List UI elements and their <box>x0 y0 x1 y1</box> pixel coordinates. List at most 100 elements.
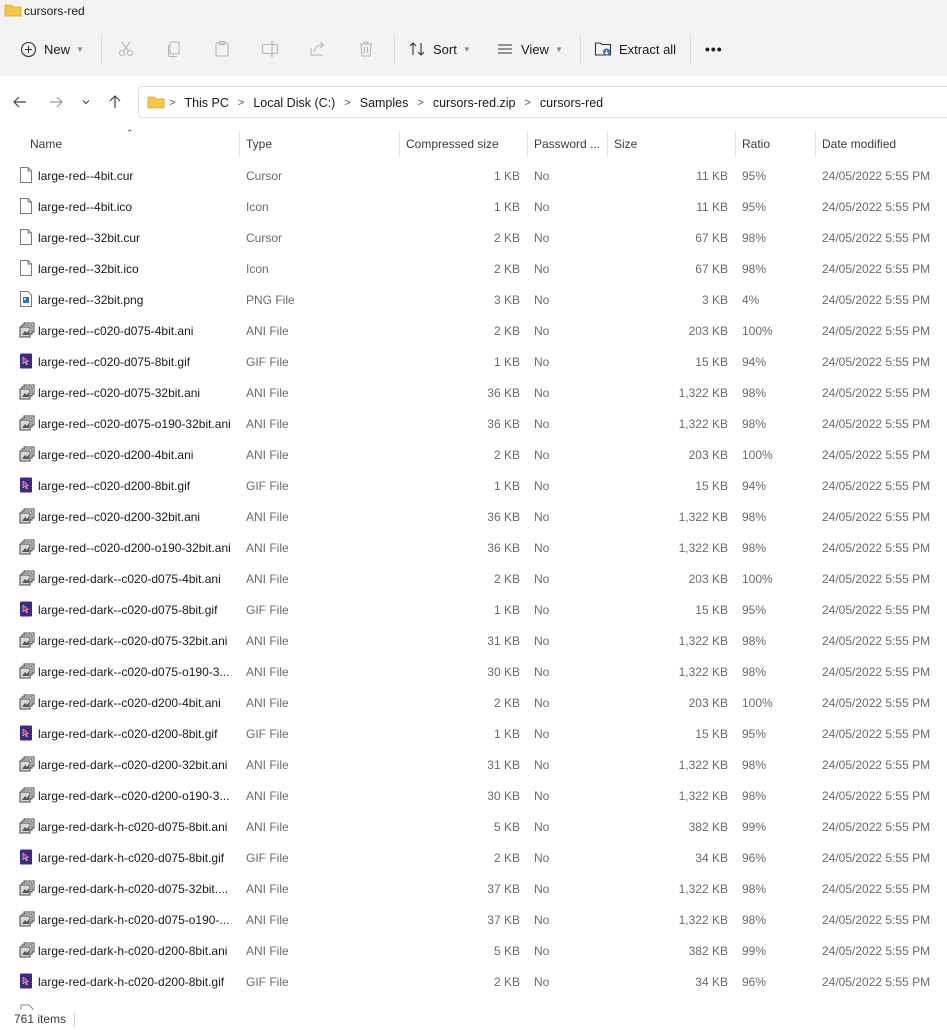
table-row[interactable]: large-red-dark--c020-d200-o190-3... ANI F… <box>0 780 947 811</box>
column-password[interactable]: Password ... <box>534 137 600 151</box>
column-size[interactable]: Size <box>614 137 637 151</box>
column-divider[interactable] <box>607 132 608 156</box>
file-name[interactable]: large-red--c020-d075-32bit.ani <box>38 386 200 400</box>
table-row[interactable]: large-red-dark--c020-d200-32bit.ani ANI F… <box>0 749 947 780</box>
file-name[interactable]: large-red--c020-d075-4bit.ani <box>38 324 193 338</box>
table-row[interactable]: large-red--c020-d200-8bit.gif GIF File 1 K… <box>0 470 947 501</box>
share-button[interactable] <box>309 34 327 64</box>
command-bar: New ▼ Sort ▼ View ▼ Extract all ••• <box>0 22 947 76</box>
column-divider[interactable] <box>239 132 240 156</box>
address-bar[interactable]: > This PC > Local Disk (C:) > Samples > … <box>138 86 947 118</box>
back-arrow-icon[interactable] <box>12 94 28 110</box>
recent-locations-icon[interactable] <box>80 96 92 108</box>
ani-file-icon <box>19 818 35 834</box>
column-date-modified[interactable]: Date modified <box>822 137 896 151</box>
column-ratio[interactable]: Ratio <box>742 137 770 151</box>
column-name[interactable]: Name <box>30 137 62 151</box>
table-row[interactable]: large-red-dark-h-c020-d200-8bit.gif GIF F… <box>0 966 947 997</box>
file-name[interactable]: large-red-dark--c020-d075-8bit.gif <box>38 603 217 617</box>
column-divider[interactable] <box>399 132 400 156</box>
table-row[interactable]: large-red-dark-h-c020-d075-8bit.gif GIF F… <box>0 842 947 873</box>
file-name[interactable]: large-red--c020-d200-8bit.gif <box>38 479 190 493</box>
file-name[interactable]: large-red-dark-h-c020-d075-8bit.ani <box>38 820 227 834</box>
breadcrumb-zip[interactable]: cursors-red.zip <box>433 96 516 110</box>
cut-button[interactable] <box>117 34 135 64</box>
delete-button[interactable] <box>357 34 375 64</box>
table-row[interactable]: large-red-dark-h-c020-d075-32bit.... ANI … <box>0 873 947 904</box>
view-button[interactable]: View ▼ <box>496 34 563 64</box>
up-arrow-icon[interactable] <box>107 94 123 110</box>
table-row[interactable]: large-red--c020-d075-4bit.ani ANI File 2 K… <box>0 315 947 346</box>
file-name[interactable]: large-red--c020-d200-32bit.ani <box>38 510 200 524</box>
table-row[interactable]: large-red--c020-d075-8bit.gif GIF File 1 K… <box>0 346 947 377</box>
file-name[interactable]: large-red--4bit.cur <box>38 169 133 183</box>
table-row[interactable]: large-red-dark-h-c020-d200-8bit.ani ANI F… <box>0 935 947 966</box>
file-name[interactable]: large-red-dark--c020-d075-4bit.ani <box>38 572 221 586</box>
breadcrumb-samples[interactable]: Samples <box>360 96 409 110</box>
file-ratio: 98% <box>742 665 767 679</box>
file-name[interactable]: large-red-dark--c020-d200-4bit.ani <box>38 696 221 710</box>
extract-all-button[interactable]: Extract all <box>594 34 676 64</box>
file-name[interactable]: large-red-dark--c020-d200-o190-3... <box>38 789 229 803</box>
table-row[interactable]: large-red-dark-h-c020-d075-o190-... ANI F… <box>0 904 947 935</box>
file-name[interactable]: large-red-dark--c020-d200-32bit.ani <box>38 758 227 772</box>
rename-button[interactable] <box>261 34 279 64</box>
table-row[interactable]: large-red--32bit.png PNG File 3 KB No 3 KB 4%… <box>0 284 947 315</box>
table-row[interactable]: large-red--32bit.cur Cursor 2 KB No 67 KB 98%… <box>0 222 947 253</box>
file-name[interactable]: large-red-dark--c020-d200-8bit.gif <box>38 727 217 741</box>
copy-button[interactable] <box>165 34 183 64</box>
file-name[interactable]: large-red-dark-h-c020-d075-o190-... <box>38 913 229 927</box>
table-row[interactable]: large-red--32bit.ico Icon 2 KB No 67 KB 98% 24… <box>0 253 947 284</box>
sort-button[interactable]: Sort ▼ <box>408 34 471 64</box>
file-ratio: 95% <box>742 169 767 183</box>
file-name[interactable]: large-red--4bit.ico <box>38 200 132 214</box>
file-name[interactable]: large-red-dark-h-c020-d075-32bit.... <box>38 882 228 896</box>
table-row[interactable]: large-red--c020-d075-32bit.ani ANI File 36… <box>0 377 947 408</box>
table-row[interactable]: large-red-dark--c020-d200-8bit.gif GIF Fi… <box>0 718 947 749</box>
sort-icon <box>409 42 425 56</box>
table-row[interactable]: large-red-dark--c020-d075-o190-3... ANI F… <box>0 656 947 687</box>
file-name[interactable]: large-red-dark-h-c020-d200-8bit.ani <box>38 944 227 958</box>
table-row[interactable]: large-red--4bit.ico Icon 1 KB No 11 KB 95% 24/… <box>0 191 947 222</box>
file-size: 1,322 KB <box>678 789 728 803</box>
forward-arrow-icon[interactable] <box>48 94 64 110</box>
file-compressed-size: 37 KB <box>487 882 520 896</box>
table-row[interactable]: large-red--c020-d200-o190-32bit.ani ANI F… <box>0 532 947 563</box>
file-name[interactable]: large-red--c020-d075-8bit.gif <box>38 355 190 369</box>
chevron-right-icon: > <box>344 97 351 109</box>
breadcrumb-current[interactable]: cursors-red <box>540 96 603 110</box>
file-name[interactable]: large-red--c020-d200-o190-32bit.ani <box>38 541 231 555</box>
column-divider[interactable] <box>815 132 816 156</box>
chevron-right-icon: > <box>417 97 424 109</box>
file-name[interactable]: large-red--c020-d200-4bit.ani <box>38 448 193 462</box>
table-row[interactable]: large-red-dark--c020-d075-8bit.gif GIF Fi… <box>0 594 947 625</box>
column-type[interactable]: Type <box>246 137 272 151</box>
file-name[interactable]: large-red--32bit.ico <box>38 262 139 276</box>
file-password: No <box>534 851 550 865</box>
more-options-button[interactable]: ••• <box>705 34 723 64</box>
table-row[interactable]: large-red--c020-d200-32bit.ani ANI File 36… <box>0 501 947 532</box>
new-button[interactable]: New ▼ <box>20 34 84 64</box>
column-compressed-size[interactable]: Compressed size <box>406 137 499 151</box>
file-password: No <box>534 696 550 710</box>
table-row[interactable]: large-red--c020-d075-o190-32bit.ani ANI F… <box>0 408 947 439</box>
file-name[interactable]: large-red--c020-d075-o190-32bit.ani <box>38 417 231 431</box>
breadcrumb-local-disk[interactable]: Local Disk (C:) <box>253 96 335 110</box>
file-name[interactable]: large-red--32bit.cur <box>38 231 140 245</box>
paste-button[interactable] <box>213 34 231 64</box>
file-name[interactable]: large-red-dark-h-c020-d075-8bit.gif <box>38 851 224 865</box>
table-row[interactable]: large-red-dark--c020-d200-4bit.ani ANI Fi… <box>0 687 947 718</box>
file-name[interactable]: large-red-dark-h-c020-d200-8bit.gif <box>38 975 224 989</box>
table-row[interactable]: large-red-dark--c020-d075-32bit.ani ANI F… <box>0 625 947 656</box>
table-row[interactable]: large-red--c020-d200-4bit.ani ANI File 2 K… <box>0 439 947 470</box>
table-row[interactable]: large-red-dark-h-c020-d075-8bit.ani ANI F… <box>0 811 947 842</box>
column-divider[interactable] <box>735 132 736 156</box>
file-name[interactable]: large-red-dark--c020-d075-32bit.ani <box>38 634 227 648</box>
ani-file-icon <box>19 415 35 431</box>
breadcrumb-this-pc[interactable]: This PC <box>184 96 228 110</box>
table-row[interactable]: large-red--4bit.cur Cursor 1 KB No 11 KB 95% 2… <box>0 160 947 191</box>
table-row[interactable]: large-red-dark--c020-d075-4bit.ani ANI Fi… <box>0 563 947 594</box>
file-name[interactable]: large-red--32bit.png <box>38 293 143 307</box>
file-name[interactable]: large-red-dark--c020-d075-o190-3... <box>38 665 229 679</box>
column-divider[interactable] <box>527 132 528 156</box>
